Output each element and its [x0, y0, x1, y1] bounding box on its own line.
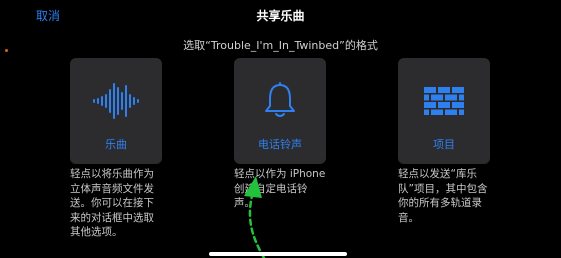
- waveform-icon: [70, 82, 162, 120]
- bell-icon: [234, 82, 326, 120]
- home-indicator[interactable]: [209, 252, 347, 256]
- song-option-description: 轻点以将乐曲作为立体声音频文件发送。你可以在接下来的对话框中选取其他选项。: [70, 168, 154, 238]
- ringtone-option-description: 轻点以作为 iPhone 创建自定电话铃声。: [234, 168, 326, 209]
- ringtone-option-label: 电话铃声: [258, 138, 302, 151]
- project-option-card[interactable]: 项目: [398, 58, 490, 164]
- ringtone-option-card[interactable]: 电话铃声: [234, 58, 326, 164]
- song-option-card[interactable]: 乐曲: [70, 58, 162, 164]
- project-option-label: 项目: [433, 138, 455, 151]
- song-option-label: 乐曲: [105, 138, 127, 151]
- format-prompt: 选取“Trouble_I'm_In_Twinbed”的格式: [183, 39, 378, 52]
- page-title: 共享乐曲: [256, 9, 305, 23]
- project-option-description: 轻点以发送“库乐队”项目，其中包含你的所有多轨道录音。: [398, 168, 488, 224]
- brick-icon: [398, 82, 490, 120]
